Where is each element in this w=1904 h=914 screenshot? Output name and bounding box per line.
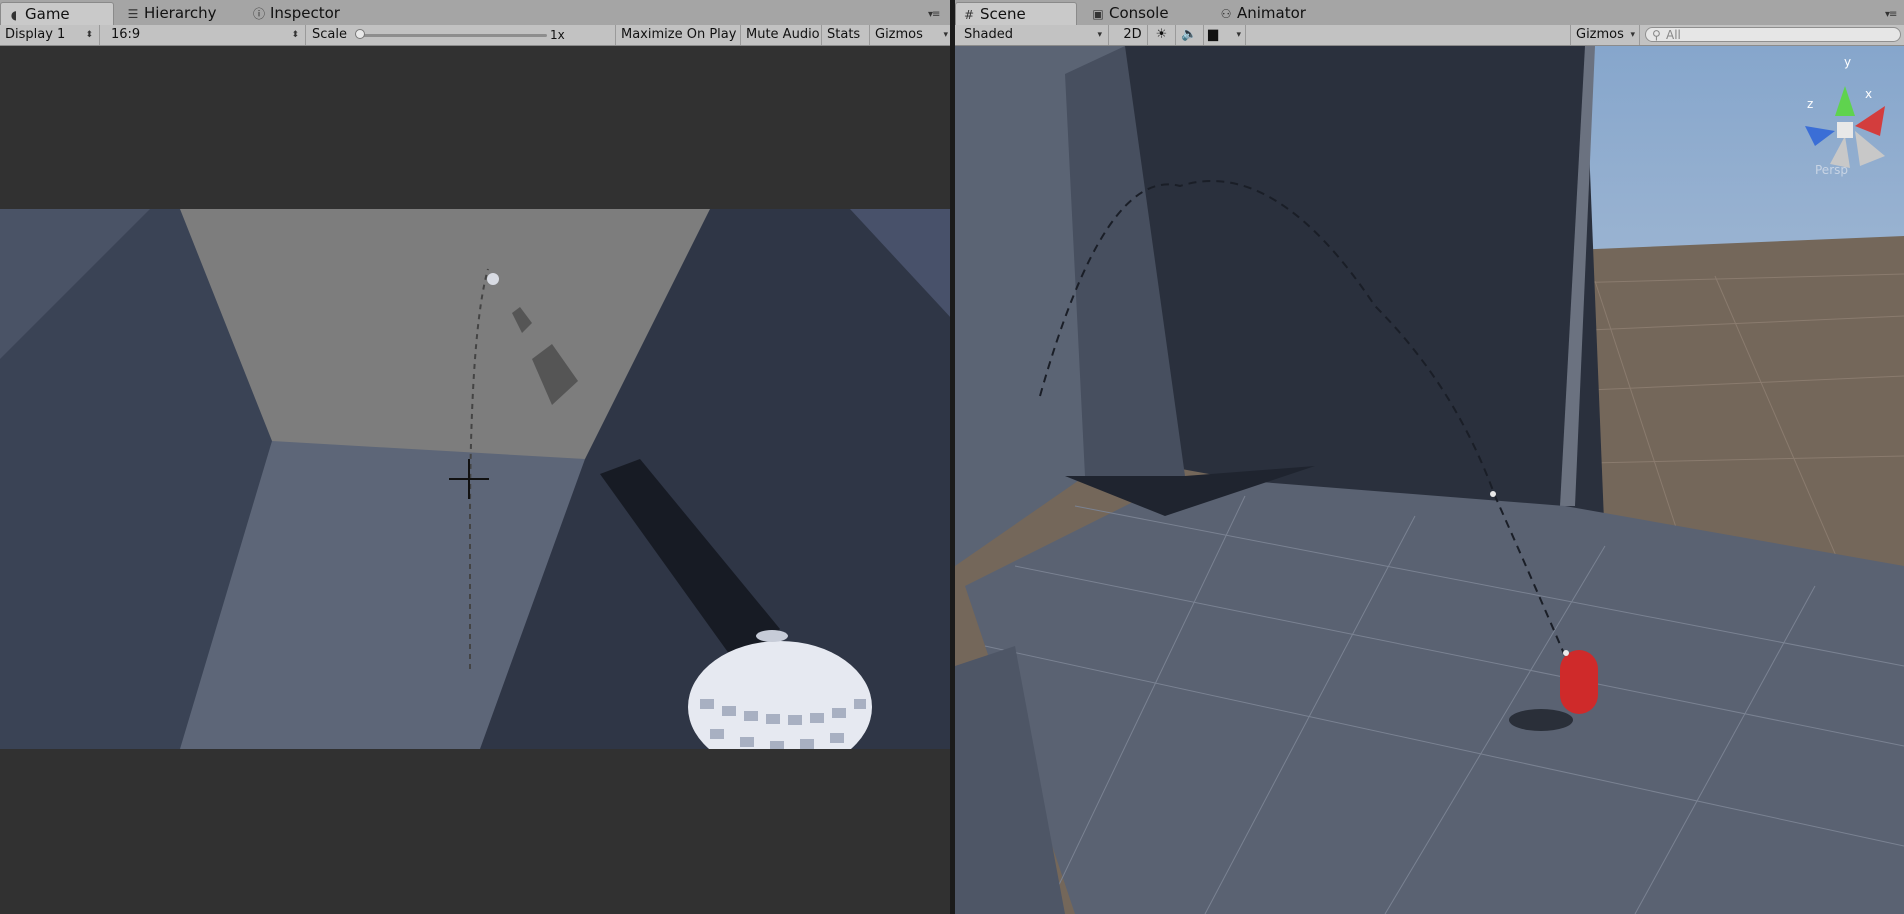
console-icon: ▣ <box>1092 7 1104 21</box>
image-icon: ▆ <box>1208 27 1218 42</box>
scene-search-input[interactable]: ⚲ All <box>1645 27 1901 42</box>
tab-scene-label: Scene <box>980 5 1026 23</box>
panel-menu-icon[interactable]: ▾≡ <box>928 10 944 20</box>
game-view[interactable] <box>0 209 952 749</box>
pacman-icon: ◖ <box>10 8 18 22</box>
search-icon: ⚲ <box>1652 28 1661 42</box>
panel-menu-icon[interactable]: ▾≡ <box>1885 10 1901 20</box>
animator-icon: ⚇ <box>1220 7 1232 21</box>
game-letterbox-bottom <box>0 749 952 914</box>
player-capsule[interactable] <box>1560 650 1598 714</box>
player-shadow <box>1509 709 1573 731</box>
aspect-select-value: 16:9 <box>111 27 141 42</box>
gizmos-dropdown[interactable]: Gizmos ▾ <box>870 25 952 45</box>
aspect-select[interactable]: 16:9 ⬍ <box>106 25 306 45</box>
draw-mode-value: Shaded <box>964 27 1013 42</box>
game-panel: ◖ Game ☰ Hierarchy ⓘ Inspector ▾≡ Display 1… <box>0 0 952 914</box>
updown-arrow-icon: ⬍ <box>291 30 299 40</box>
scale-label: Scale <box>312 27 347 42</box>
scene-panel: # Scene ▣ Console ⚇ Animator ▾≡ Shaded ▾ 2D… <box>955 0 1904 914</box>
floor-plane <box>965 476 1904 914</box>
tab-hierarchy-label: Hierarchy <box>144 4 217 22</box>
info-icon: ⓘ <box>252 7 265 21</box>
scene-view[interactable]: y x z Persp <box>955 46 1904 914</box>
axis-label-z: z <box>1807 97 1813 111</box>
search-placeholder: All <box>1666 28 1681 42</box>
tab-console-label: Console <box>1109 4 1169 22</box>
display-select-value: Display 1 <box>5 27 66 42</box>
tab-animator-label: Animator <box>1237 4 1306 22</box>
scale-value: 1x <box>550 28 565 42</box>
list-icon: ☰ <box>127 7 139 21</box>
game-view-render <box>0 209 952 749</box>
mute-audio-button[interactable]: Mute Audio <box>741 25 822 45</box>
tab-console[interactable]: ▣ Console <box>1085 2 1205 25</box>
scale-slider-thumb[interactable] <box>355 29 365 39</box>
tab-hierarchy[interactable]: ☰ Hierarchy <box>120 2 240 25</box>
tab-inspector-label: Inspector <box>270 4 340 22</box>
trajectory-point <box>1490 491 1496 497</box>
game-letterbox-top <box>0 46 952 209</box>
cannon-muzzle <box>756 630 788 642</box>
projection-label[interactable]: Persp <box>1815 163 1848 177</box>
maximize-on-play-button[interactable]: Maximize On Play <box>615 25 741 45</box>
scene-view-render: y x z Persp <box>955 46 1904 914</box>
tab-game[interactable]: ◖ Game <box>0 2 114 25</box>
scale-slider-track[interactable] <box>357 34 547 37</box>
scene-tab-bar: # Scene ▣ Console ⚇ Animator ▾≡ <box>955 0 1904 26</box>
effects-dropdown[interactable]: ▆ ▾ <box>1204 25 1246 45</box>
dropdown-arrow-icon: ▾ <box>943 30 948 40</box>
dropdown-arrow-icon: ▾ <box>1097 30 1102 40</box>
grid-icon: # <box>963 8 975 22</box>
sun-icon: ☀ <box>1155 27 1168 42</box>
tab-animator[interactable]: ⚇ Animator <box>1213 2 1333 25</box>
audio-toggle[interactable]: 🔈 <box>1176 25 1204 45</box>
draw-mode-select[interactable]: Shaded ▾ <box>959 25 1109 45</box>
trajectory-point <box>1563 650 1569 656</box>
axis-label-x: x <box>1865 87 1872 101</box>
scene-gizmos-dropdown[interactable]: Gizmos ▾ <box>1570 25 1640 45</box>
updown-arrow-icon: ⬍ <box>85 30 93 40</box>
tab-scene[interactable]: # Scene <box>955 2 1077 25</box>
projectile-ball <box>487 273 499 285</box>
gizmos-label: Gizmos <box>875 27 923 42</box>
game-toolbar: Display 1 ⬍ 16:9 ⬍ Scale 1x Maximize On … <box>0 25 952 46</box>
scale-control: Scale 1x <box>307 25 615 45</box>
tab-game-label: Game <box>25 5 70 23</box>
scene-gizmos-label: Gizmos <box>1576 27 1624 42</box>
dropdown-arrow-icon: ▾ <box>1630 30 1635 40</box>
game-tab-bar: ◖ Game ☰ Hierarchy ⓘ Inspector ▾≡ <box>0 0 952 26</box>
gizmo-center-cube <box>1837 122 1853 138</box>
axis-label-y: y <box>1844 55 1851 69</box>
speaker-icon: 🔈 <box>1181 27 1198 42</box>
stats-button[interactable]: Stats <box>822 25 870 45</box>
display-select[interactable]: Display 1 ⬍ <box>0 25 100 45</box>
dropdown-arrow-icon: ▾ <box>1236 30 1241 40</box>
scene-toolbar: Shaded ▾ 2D ☀ 🔈 ▆ ▾ Gizmos ▾ ⚲ All <box>955 25 1904 46</box>
2d-toggle[interactable]: 2D <box>1118 25 1148 45</box>
lighting-toggle[interactable]: ☀ <box>1148 25 1176 45</box>
tab-inspector[interactable]: ⓘ Inspector <box>246 2 366 25</box>
